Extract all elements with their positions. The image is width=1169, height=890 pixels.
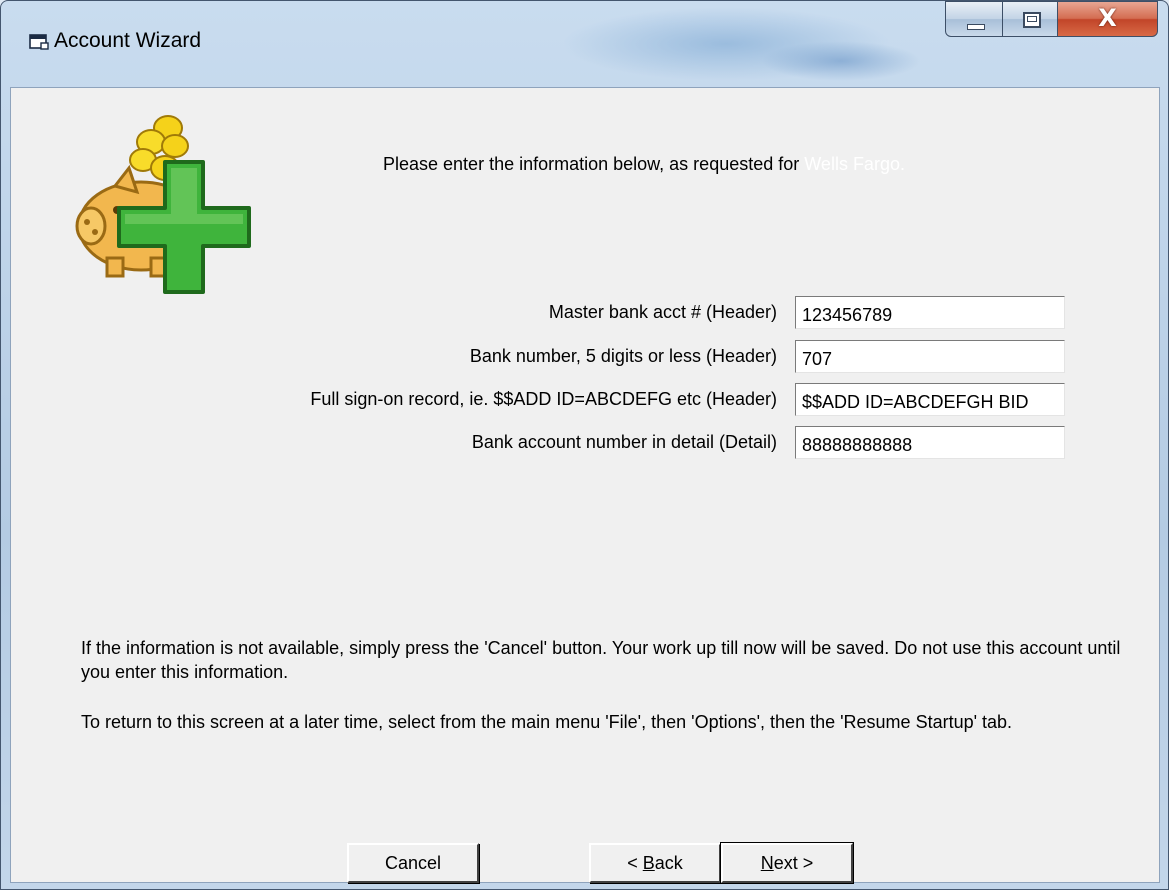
detail-acct-label: Bank account number in detail (Detail) (471, 432, 777, 452)
wizard-body: ¢ Please enter the information below, as… (10, 87, 1160, 884)
intro-message: Please enter the information below, as r… (383, 154, 805, 174)
close-button[interactable]: X (1057, 1, 1158, 37)
next-access-key: N (760, 852, 774, 873)
sign-on-record-input[interactable] (795, 383, 1065, 416)
resume-info-text: To return to this screen at a later time… (81, 712, 1013, 732)
bank-number-label: Bank number, 5 digits or less (Header) (469, 346, 777, 366)
master-acct-input[interactable] (795, 296, 1065, 329)
next-label: ext > (773, 852, 814, 873)
account-wizard-window: Account Wizard X ¢ (0, 0, 1169, 890)
detail-acct-input[interactable] (795, 426, 1065, 459)
cancel-button[interactable]: Cancel (347, 843, 479, 883)
sign-on-record-label: Full sign-on record, ie. $$ADD ID=ABCDEF… (310, 389, 777, 409)
piggy-bank-plus-icon: ¢ (75, 115, 251, 294)
window-title: Account Wizard (54, 29, 202, 52)
cancel-info-text: If the information is not available, sim… (81, 638, 1121, 682)
window-icon[interactable] (29, 34, 49, 50)
back-label: ack (654, 852, 683, 873)
title-bar[interactable]: Account Wizard X (1, 1, 1168, 87)
minimize-button[interactable] (945, 1, 1003, 37)
back-access-key: B (642, 852, 655, 873)
maximize-icon (1023, 12, 1041, 28)
back-prefix: < (627, 852, 643, 873)
title-bar-glow (761, 41, 921, 81)
next-button[interactable]: Next > (720, 842, 854, 884)
intro-text: Please enter the information below, as r… (383, 154, 905, 175)
close-icon: X (1098, 4, 1117, 32)
bank-number-input[interactable] (795, 340, 1065, 373)
bank-name: Wells Fargo. (804, 154, 905, 174)
maximize-button[interactable] (1002, 1, 1058, 37)
master-acct-label: Master bank acct # (Header) (548, 302, 777, 322)
minimize-icon (967, 24, 985, 30)
back-button[interactable]: < Back (589, 843, 721, 883)
